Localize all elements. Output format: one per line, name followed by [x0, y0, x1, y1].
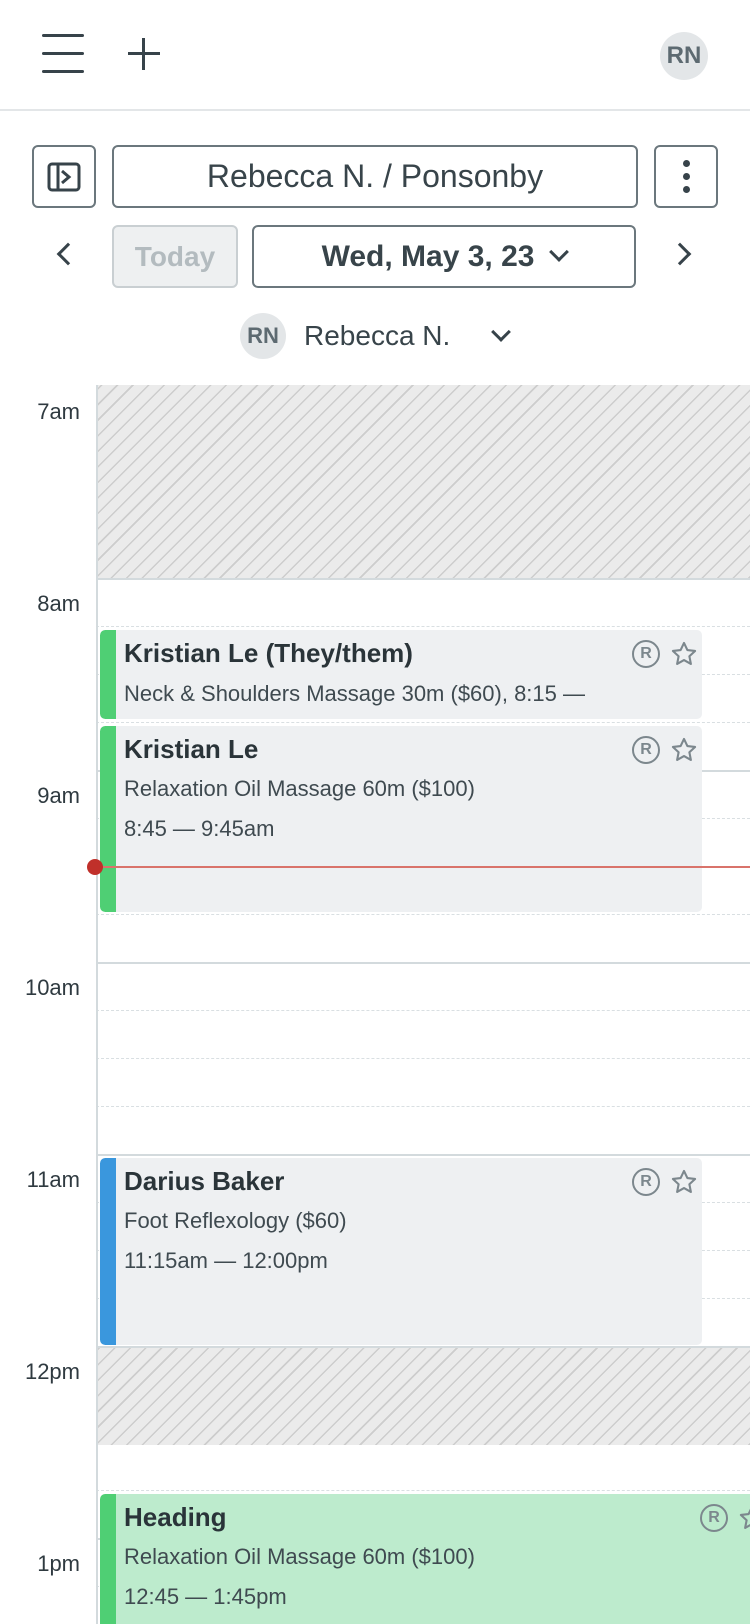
appointment-service: Foot Reflexology ($60) [124, 1208, 347, 1233]
hour-label: 12pm [24, 1359, 80, 1384]
hour-label: 8am [37, 591, 80, 616]
registered-client-icon: R [632, 736, 660, 764]
hour-label: 7am [37, 399, 80, 424]
unavailable-block [98, 1348, 750, 1445]
top-bar: RN [0, 0, 750, 111]
chevron-down-icon [549, 241, 570, 262]
appointment-status-bar [100, 630, 116, 719]
appointment-time: 11:15am — 12:00pm [124, 1248, 328, 1273]
appointment-status-bar [100, 1158, 116, 1345]
panel-icon [47, 162, 81, 191]
appointment-time: 12:45 — 1:45pm [124, 1584, 287, 1609]
day-calendar[interactable]: 7am 8am 9am 10am 11am 12pm 1pm Kristian … [0, 385, 750, 1624]
chevron-right-icon [668, 242, 692, 266]
date-picker-button[interactable]: Wed, May 3, 23 [252, 225, 636, 288]
appointment-status-bar [100, 1494, 116, 1624]
appointment-client: Kristian Le (They/them) [124, 638, 413, 668]
next-day-button[interactable] [668, 236, 704, 272]
hour-label: 11am [26, 1167, 80, 1192]
appointment-card[interactable]: Heading Relaxation Oil Massage 60m ($100… [100, 1494, 750, 1624]
star-icon[interactable] [738, 1504, 750, 1532]
appointment-client: Kristian Le [124, 734, 259, 764]
registered-client-icon: R [632, 1168, 660, 1196]
unavailable-block [98, 385, 750, 578]
staff-selector[interactable]: RN Rebecca N. [240, 312, 512, 360]
appointment-status-bar [100, 726, 116, 912]
appointment-card[interactable]: Kristian Le Relaxation Oil Massage 60m (… [100, 726, 702, 912]
more-options-icon[interactable] [654, 145, 718, 208]
registered-client-icon: R [700, 1504, 728, 1532]
star-icon[interactable] [670, 1168, 698, 1196]
appointment-card[interactable]: Kristian Le (They/them) Neck & Shoulders… [100, 630, 702, 719]
hamburger-menu-icon[interactable] [40, 34, 86, 74]
staff-name: Rebecca N. [304, 320, 451, 351]
previous-day-button[interactable] [46, 236, 82, 272]
appointment-time: 8:45 — 9:45am [124, 816, 275, 841]
current-time-dot [87, 859, 103, 875]
star-icon[interactable] [670, 640, 698, 668]
user-avatar[interactable]: RN [660, 32, 708, 80]
chevron-left-icon [56, 242, 80, 266]
today-button[interactable]: Today [112, 225, 238, 288]
hour-label: 1pm [37, 1551, 80, 1576]
appointment-service: Relaxation Oil Massage 60m ($100) [124, 776, 475, 801]
hour-label: 10am [24, 975, 80, 1000]
staff-avatar: RN [240, 313, 286, 359]
location-selector[interactable]: Rebecca N. / Ponsonby [112, 145, 638, 208]
current-time-line [96, 866, 750, 868]
registered-client-icon: R [632, 640, 660, 668]
appointment-client: Heading [124, 1502, 227, 1532]
chevron-down-icon [491, 322, 512, 342]
add-icon[interactable] [128, 38, 160, 70]
appointment-service: Neck & Shoulders Massage 30m ($60), 8:15… [124, 681, 586, 706]
appointment-client: Darius Baker [124, 1166, 285, 1196]
appointment-card[interactable]: Darius Baker Foot Reflexology ($60) 11:1… [100, 1158, 702, 1345]
star-icon[interactable] [670, 736, 698, 764]
hour-label: 9am [37, 783, 80, 808]
appointment-service: Relaxation Oil Massage 60m ($100) [124, 1544, 475, 1569]
toggle-panel-button[interactable] [32, 145, 96, 208]
selected-date: Wed, May 3, 23 [321, 239, 535, 273]
